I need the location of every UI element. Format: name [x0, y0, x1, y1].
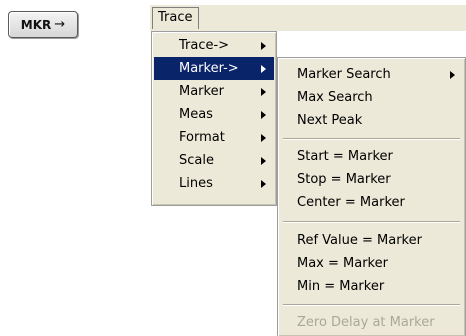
menu-bar: Trace	[150, 5, 466, 31]
menu-item-ref-value-marker[interactable]: Ref Value = Marker	[280, 229, 463, 252]
menu-item-label: Meas	[179, 107, 213, 122]
menu-item-zero-delay-at-marker: Zero Delay at Marker	[280, 311, 463, 334]
menu-item-label: Start = Marker	[297, 149, 393, 164]
menu-item-max-marker[interactable]: Max = Marker	[280, 252, 463, 275]
menu-item-trace[interactable]: Trace->	[154, 34, 274, 57]
menu-item-label: Max = Marker	[297, 256, 388, 271]
menu-item-label: Stop = Marker	[297, 172, 391, 187]
menu-item-scale[interactable]: Scale	[154, 149, 274, 172]
menu-item-label: Trace->	[179, 38, 230, 53]
menu-item-marker-goto[interactable]: Marker->	[154, 57, 274, 80]
menu-item-label: Lines	[179, 176, 213, 191]
menu-item-label: Ref Value = Marker	[297, 233, 422, 248]
menu-item-max-search[interactable]: Max Search	[280, 86, 463, 109]
menu-item-start-marker[interactable]: Start = Marker	[280, 145, 463, 168]
menu-item-label: Marker Search	[297, 67, 391, 82]
menu-item-stop-marker[interactable]: Stop = Marker	[280, 168, 463, 191]
menu-item-label: Min = Marker	[297, 279, 385, 294]
submenu-arrow-icon	[261, 42, 266, 50]
submenu-arrow-icon	[261, 65, 266, 73]
menu-separator	[283, 138, 460, 140]
menu-item-label: Center = Marker	[297, 195, 405, 210]
submenu-arrow-icon	[261, 180, 266, 188]
menu-item-label: Format	[179, 130, 225, 145]
menu-item-min-marker[interactable]: Min = Marker	[280, 275, 463, 298]
marker-submenu: Marker Search Max Search Next Peak Start…	[277, 57, 466, 336]
menu-item-label: Zero Delay at Marker	[297, 315, 435, 330]
mkr-button-label: MKR	[20, 17, 52, 32]
menu-item-label: Marker	[179, 84, 224, 99]
menu-item-marker-search[interactable]: Marker Search	[280, 63, 463, 86]
menu-item-label: Scale	[179, 153, 214, 168]
submenu-arrow-icon	[261, 157, 266, 165]
menu-item-marker[interactable]: Marker	[154, 80, 274, 103]
menu-item-format[interactable]: Format	[154, 126, 274, 149]
mkr-arrow-button[interactable]: MKR →	[8, 11, 78, 38]
trace-menu: Trace-> Marker-> Marker Meas Format Scal…	[151, 31, 277, 206]
submenu-arrow-icon	[450, 71, 455, 79]
menu-item-lines[interactable]: Lines	[154, 172, 274, 195]
submenu-arrow-icon	[261, 111, 266, 119]
menu-item-next-peak[interactable]: Next Peak	[280, 109, 463, 132]
menu-item-meas[interactable]: Meas	[154, 103, 274, 126]
submenu-arrow-icon	[261, 88, 266, 96]
menu-item-label: Next Peak	[297, 113, 363, 128]
right-arrow-icon: →	[54, 17, 66, 32]
menu-trace[interactable]: Trace	[152, 7, 199, 29]
menu-item-label: Max Search	[297, 90, 373, 105]
menu-item-label: Marker->	[179, 61, 239, 76]
menu-separator	[283, 304, 460, 306]
submenu-arrow-icon	[261, 134, 266, 142]
menu-separator	[283, 221, 460, 223]
menu-item-center-marker[interactable]: Center = Marker	[280, 191, 463, 214]
